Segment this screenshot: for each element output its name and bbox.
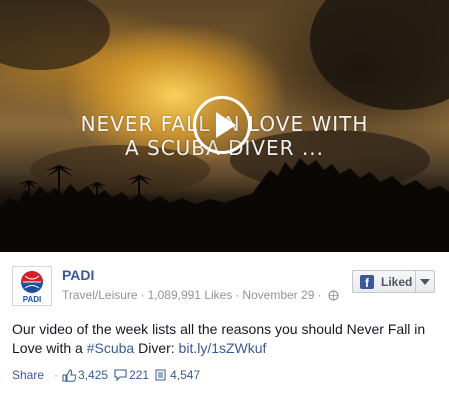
- post-text-middle: Diver:: [134, 340, 179, 356]
- liked-button[interactable]: f Liked: [352, 270, 435, 293]
- comment-icon: [114, 369, 127, 381]
- thumbs-up-icon: [62, 368, 77, 382]
- liked-button-label: Liked: [381, 274, 413, 289]
- padi-logo: PADI: [21, 271, 43, 304]
- page-name-link[interactable]: PADI: [62, 267, 94, 283]
- post-message: Our video of the week lists all the reas…: [12, 320, 437, 358]
- post-footer: Share · 3,425 221 4,547: [12, 368, 206, 382]
- play-icon: [216, 112, 236, 138]
- chevron-down-icon[interactable]: [420, 279, 430, 285]
- shares-count-value: 4,547: [170, 368, 201, 382]
- comments-count[interactable]: 221: [114, 368, 149, 382]
- post-date[interactable]: November 29: [242, 288, 314, 302]
- facebook-f-icon: f: [360, 274, 374, 290]
- facebook-post: NEVER FALL IN LOVE WITH A SCUBA DIVER ..…: [0, 0, 449, 397]
- shortened-link[interactable]: bit.ly/1sZWkuf: [179, 340, 267, 356]
- button-divider: [415, 271, 416, 292]
- page-avatar[interactable]: PADI: [12, 266, 52, 306]
- page-category[interactable]: Travel/Leisure: [62, 288, 138, 302]
- likes-count-value: 3,425: [78, 368, 109, 382]
- shares-count[interactable]: 4,547: [155, 368, 200, 382]
- padi-logo-text: PADI: [23, 295, 42, 304]
- video-player[interactable]: NEVER FALL IN LOVE WITH A SCUBA DIVER ..…: [0, 0, 449, 252]
- separator-dot: ·: [54, 368, 59, 382]
- post-meta: Travel/Leisure · 1,089,991 Likes · November …: [62, 288, 339, 302]
- page-likes[interactable]: 1,089,991 Likes: [148, 288, 233, 302]
- globe-icon[interactable]: [328, 290, 339, 301]
- play-button[interactable]: [193, 96, 251, 154]
- hashtag-link[interactable]: #Scuba: [87, 340, 134, 356]
- comments-count-value: 221: [129, 368, 150, 382]
- share-icon: [155, 369, 166, 381]
- likes-count[interactable]: 3,425: [62, 368, 108, 382]
- share-link[interactable]: Share: [12, 368, 44, 382]
